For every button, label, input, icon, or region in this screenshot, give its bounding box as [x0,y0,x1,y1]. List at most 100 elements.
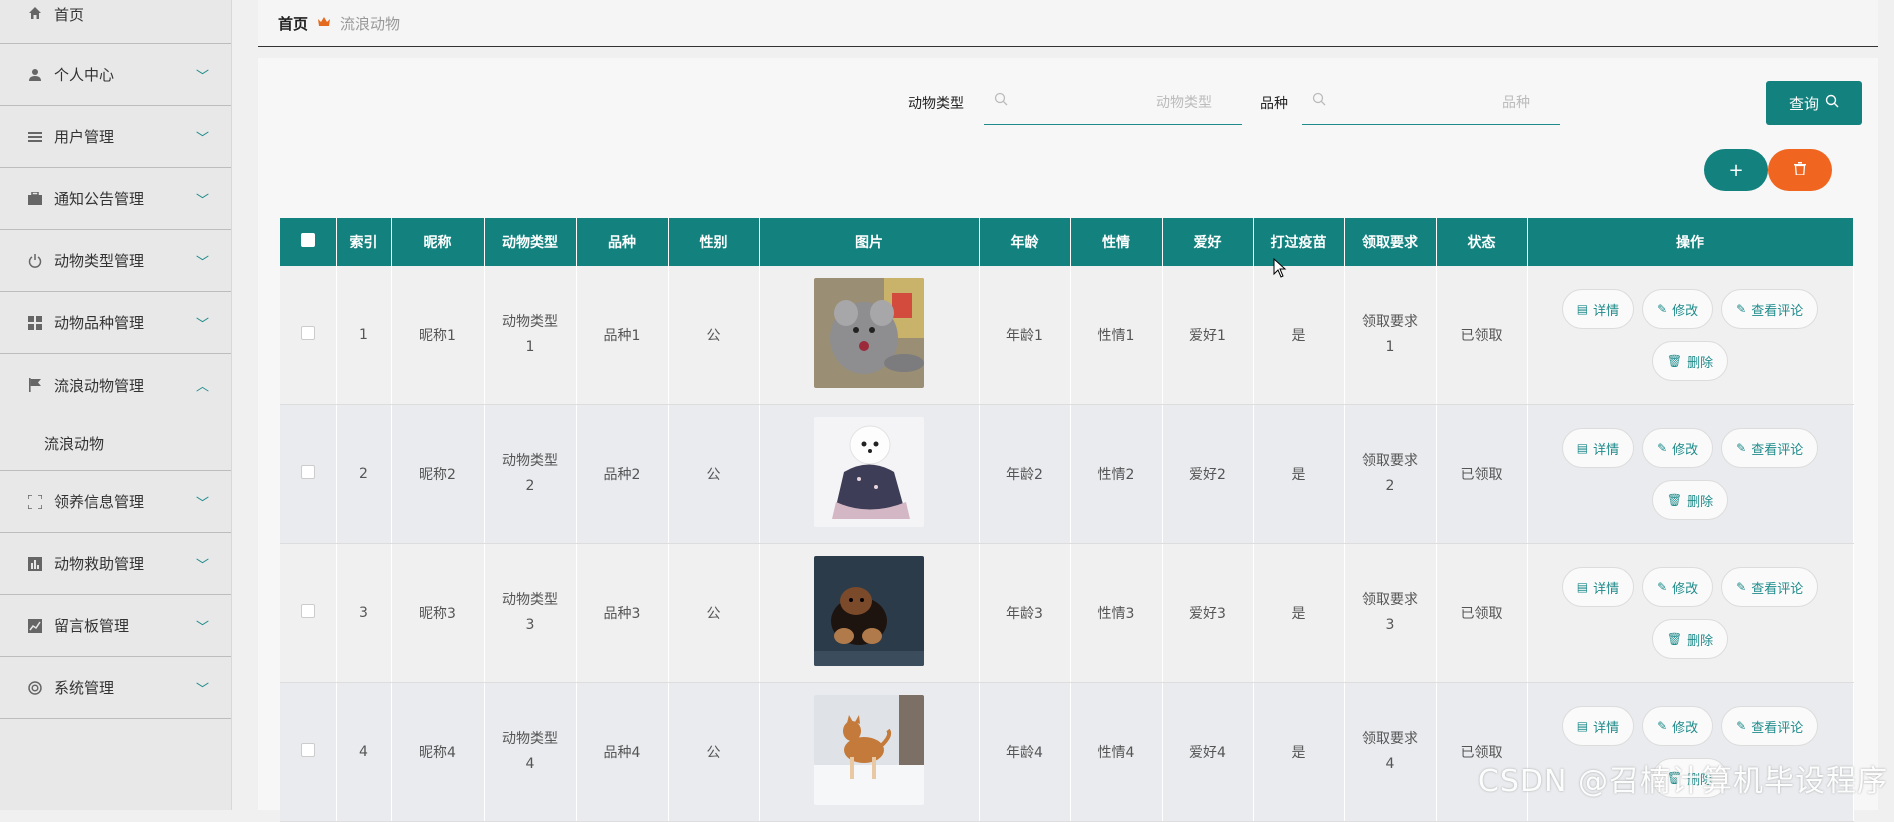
column-header[interactable]: 品种 [576,218,669,266]
cell-actions: ▤ 详情 ✎ 修改 ✎ 查看评论 🗑 删除 [1527,404,1854,544]
edit-button[interactable]: ✎ 修改 [1642,428,1714,468]
row-select-cell [280,266,337,405]
user-icon [26,66,44,84]
sidebar-item-label: 动物救助管理 [54,555,145,573]
mouse-cursor-icon [1273,258,1287,278]
row-select-cell [280,543,337,683]
sidebar-item-user-management[interactable]: 用户管理 ﹀ [0,106,231,168]
animal-type-num: 4 [525,756,535,772]
view-comments-button[interactable]: ✎ 查看评论 [1721,289,1819,329]
pencil-icon: ✎ [1736,580,1747,594]
cell-index: 1 [336,266,392,405]
animal-photo[interactable] [814,695,924,805]
edit-button[interactable]: ✎ 修改 [1642,706,1714,746]
select-all-checkbox[interactable] [300,233,315,247]
sidebar-item-message-board-management[interactable]: 留言板管理 ﹀ [0,595,231,657]
cell-nickname: 昵称4 [391,682,485,822]
trash-icon: 🗑 [1666,354,1683,368]
delete-button[interactable]: 🗑 删除 [1651,619,1729,659]
view-comments-button[interactable]: ✎ 查看评论 [1721,428,1819,468]
delete-label: 删除 [1687,355,1714,371]
sidebar-item-system-management[interactable]: 系统管理 ﹀ [0,657,231,719]
cell-vaccinated: 是 [1253,404,1345,544]
sidebar-subitem-stray-animals[interactable]: 流浪动物 [0,416,231,471]
column-header[interactable]: 状态 [1436,218,1528,266]
view-comments-button[interactable]: ✎ 查看评论 [1721,567,1819,607]
batch-delete-button[interactable] [1768,149,1832,191]
column-header[interactable]: 动物类型 [484,218,577,266]
cell-actions: ▤ 详情 ✎ 修改 ✎ 查看评论 🗑 删除 [1527,266,1854,405]
document-icon: ▤ [1576,719,1589,733]
document-icon: ▤ [1576,580,1589,594]
select-all-cell [280,218,337,266]
delete-label: 删除 [1687,494,1714,510]
column-header[interactable]: 昵称 [391,218,485,266]
column-header[interactable]: 性别 [668,218,760,266]
animal-type-input[interactable] [984,80,1242,125]
delete-button[interactable]: 🗑 删除 [1651,341,1729,381]
animal-photo[interactable] [814,556,924,666]
view-comments-button[interactable]: ✎ 查看评论 [1721,706,1819,746]
sidebar-item-home[interactable]: 首页 [0,0,231,44]
animal-type-text: 动物类型 [502,731,558,747]
cell-requirement: 领取要求 2 [1344,404,1437,544]
animal-type-num: 1 [525,339,535,355]
delete-button[interactable]: 🗑 删除 [1651,480,1729,520]
query-button[interactable]: 查询 [1766,81,1862,125]
detail-button[interactable]: ▤ 详情 [1561,289,1635,329]
column-header[interactable]: 打过疫苗 [1253,218,1345,266]
sidebar-item-animal-type-management[interactable]: 动物类型管理 ﹀ [0,230,231,292]
row-checkbox[interactable] [300,743,315,757]
breadcrumb-home[interactable]: 首页 [278,13,308,34]
animal-type-text: 动物类型 [502,592,558,608]
requirement-num: 1 [1385,339,1395,355]
sidebar-item-label: 通知公告管理 [54,190,145,208]
comments-label: 查看评论 [1751,303,1804,319]
cell-hobby: 爱好4 [1162,682,1254,822]
sidebar-item-stray-animal-management[interactable]: 流浪动物管理 ︿ [0,354,231,416]
breed-input[interactable] [1302,80,1560,125]
column-header[interactable]: 爱好 [1162,218,1254,266]
cell-requirement: 领取要求 4 [1344,682,1437,822]
cell-animal-type: 动物类型 2 [484,404,577,544]
column-header[interactable]: 性情 [1070,218,1163,266]
row-checkbox[interactable] [300,604,315,618]
column-header[interactable]: 图片 [759,218,980,266]
edit-button[interactable]: ✎ 修改 [1642,567,1714,607]
column-header[interactable]: 领取要求 [1344,218,1437,266]
cell-breed: 品种2 [576,404,669,544]
sidebar-item-adoption-management[interactable]: 领养信息管理 ﹀ [0,471,231,533]
sidebar-item-rescue-management[interactable]: 动物救助管理 ﹀ [0,533,231,595]
cell-status: 已领取 [1436,543,1528,683]
search-icon [1312,92,1326,110]
sidebar-item-notice-management[interactable]: 通知公告管理 ﹀ [0,168,231,230]
delete-label: 删除 [1687,633,1714,649]
detail-button[interactable]: ▤ 详情 [1561,428,1635,468]
edit-button[interactable]: ✎ 修改 [1642,289,1714,329]
animal-photo[interactable] [814,417,924,527]
animal-photo[interactable] [814,278,924,388]
add-button[interactable]: + [1704,149,1768,191]
detail-button[interactable]: ▤ 详情 [1561,567,1635,607]
table-row: 1 昵称1 动物类型 1 品种1 公 年龄1 性情1 爱好1 是 领取要求 1 [280,266,1854,405]
cell-hobby: 爱好1 [1162,266,1254,405]
row-checkbox[interactable] [300,326,315,340]
animal-type-text: 动物类型 [502,453,558,469]
pencil-icon: ✎ [1657,719,1668,733]
column-header[interactable]: 索引 [336,218,392,266]
animal-type-num: 3 [525,617,535,633]
cell-nickname: 昵称3 [391,543,485,683]
chevron-up-icon: ︿ [195,379,209,395]
detail-button[interactable]: ▤ 详情 [1561,706,1635,746]
column-header[interactable]: 年龄 [979,218,1071,266]
cell-sex: 公 [668,266,760,405]
cell-status: 已领取 [1436,682,1528,822]
cell-sex: 公 [668,404,760,544]
stray-animal-table: 索引 昵称 动物类型 品种 性别 图片 年龄 性情 爱好 打过疫苗 领取要求 状… [280,218,1854,822]
sidebar-item-animal-breed-management[interactable]: 动物品种管理 ﹀ [0,292,231,354]
cell-requirement: 领取要求 1 [1344,266,1437,405]
cell-hobby: 爱好2 [1162,404,1254,544]
sidebar-item-personal-center[interactable]: 个人中心 ﹀ [0,44,231,106]
row-checkbox[interactable] [300,465,315,479]
cell-animal-type: 动物类型 3 [484,543,577,683]
